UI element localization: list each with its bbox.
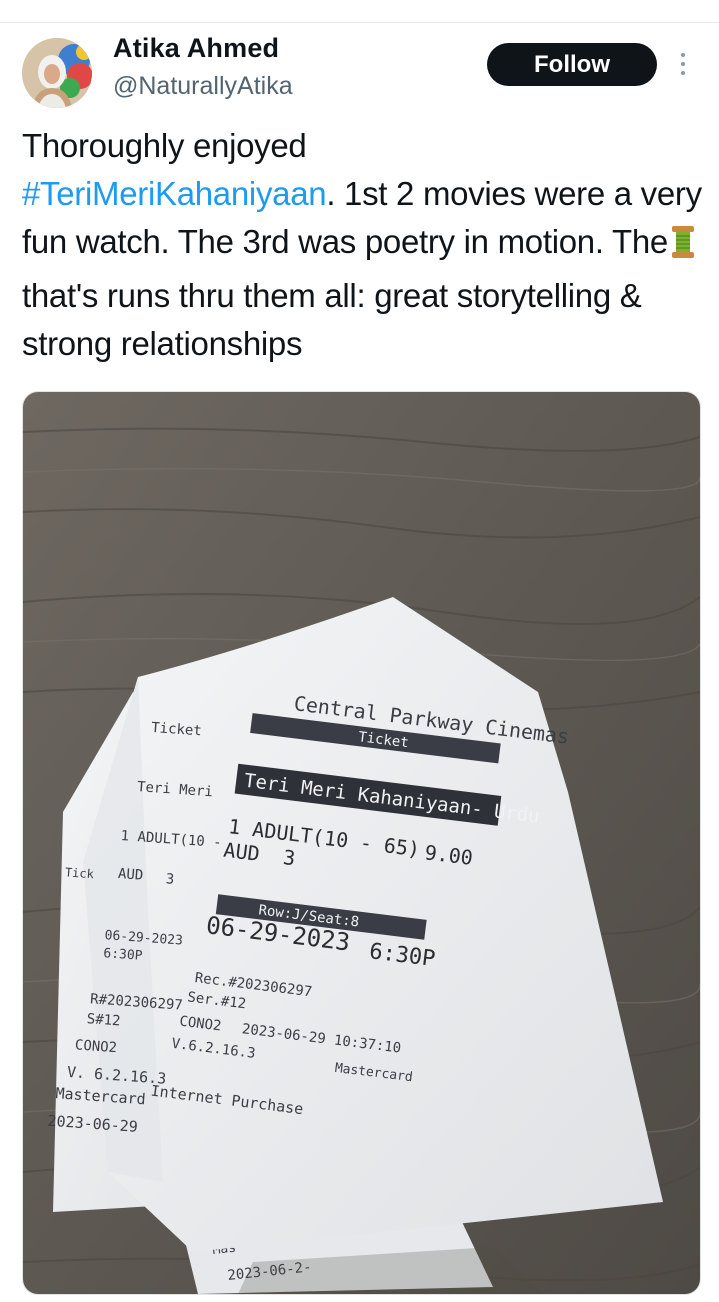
hashtag-link[interactable]: #TeriMeriKahaniyaan [22, 175, 327, 212]
spool-of-thread-icon [670, 224, 696, 272]
stub-ser: S#12 [86, 1011, 121, 1029]
stub-aud-no: 3 [165, 871, 175, 888]
top-divider [0, 22, 719, 23]
more-options-icon[interactable] [672, 47, 694, 81]
tweet-photo[interactable]: Mas 2023-06-2- Ticket Teri Meri 1 ADULT(… [22, 391, 701, 1295]
tweet-text-intro: Thoroughly enjoyed [22, 127, 307, 164]
ticket-aud: AUD [222, 838, 261, 866]
tweet-text-end: that's runs thru them all: great storyte… [22, 277, 642, 362]
stub-con: CONO2 [74, 1037, 117, 1056]
author-handle[interactable]: @NaturallyAtika [113, 72, 293, 101]
stub-time: 6:30P [103, 946, 143, 964]
tweet-text: Thoroughly enjoyed #TeriMeriKahaniyaan. … [22, 122, 712, 368]
stub-aud: AUD [117, 866, 143, 884]
avatar[interactable] [22, 38, 92, 108]
follow-button[interactable]: Follow [487, 43, 657, 86]
stub-tick: Tick [65, 865, 96, 881]
author-name[interactable]: Atika Ahmed [113, 33, 279, 64]
